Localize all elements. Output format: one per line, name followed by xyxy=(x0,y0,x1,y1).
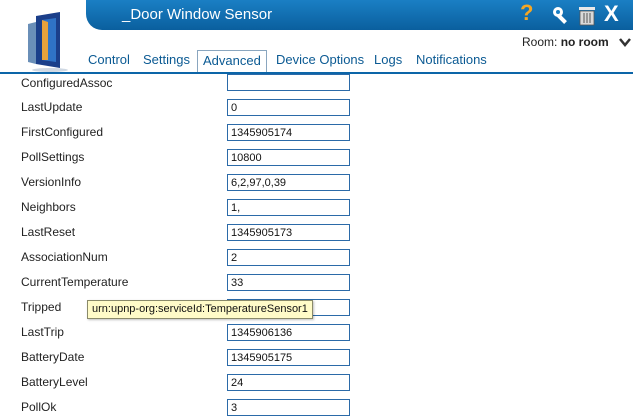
field-label: LastUpdate xyxy=(21,100,83,114)
advanced-panel: ConfiguredAssoc LastUpdate FirstConfigur… xyxy=(0,74,633,420)
pollsettings-input[interactable] xyxy=(227,149,350,166)
field-label: Neighbors xyxy=(21,200,76,214)
pollok-input[interactable] xyxy=(227,399,350,416)
field-row-lastreset: LastReset xyxy=(0,224,633,249)
field-row-configuredassoc: ConfiguredAssoc xyxy=(0,74,633,100)
field-row-lastupdate: LastUpdate xyxy=(0,99,633,124)
field-label: BatteryLevel xyxy=(21,375,88,389)
field-label: PollOk xyxy=(21,400,57,414)
field-row-associationnum: AssociationNum xyxy=(0,249,633,274)
batterydate-input[interactable] xyxy=(227,349,350,366)
currenttemperature-input[interactable] xyxy=(227,274,350,291)
field-row-currenttemperature: CurrentTemperature xyxy=(0,274,633,299)
tab-control[interactable]: Control xyxy=(88,50,130,72)
trash-icon[interactable] xyxy=(576,4,598,26)
tab-logs[interactable]: Logs xyxy=(374,50,402,72)
help-icon[interactable]: ? xyxy=(520,2,542,24)
field-row-batterylevel: BatteryLevel xyxy=(0,374,633,399)
field-label: ConfiguredAssoc xyxy=(21,76,113,90)
neighbors-input[interactable] xyxy=(227,199,350,216)
wrench-icon[interactable] xyxy=(550,4,572,26)
field-label: VersionInfo xyxy=(21,175,82,189)
field-row-pollsettings: PollSettings xyxy=(0,149,633,174)
close-icon[interactable]: X xyxy=(604,3,626,25)
versioninfo-input[interactable] xyxy=(227,174,350,191)
field-label: FirstConfigured xyxy=(21,125,104,139)
room-label: Room: xyxy=(522,35,558,49)
header: _Door Window Sensor ? X Room: no room Co… xyxy=(0,0,633,78)
field-label: Tripped xyxy=(21,300,62,314)
field-label: LastTrip xyxy=(21,325,64,339)
field-row-pollok: PollOk xyxy=(0,399,633,420)
field-row-versioninfo: VersionInfo xyxy=(0,174,633,199)
tab-notifications[interactable]: Notifications xyxy=(416,50,487,72)
lastreset-input[interactable] xyxy=(227,224,350,241)
lastupdate-input[interactable] xyxy=(227,99,350,116)
field-label: CurrentTemperature xyxy=(21,275,129,289)
tab-settings[interactable]: Settings xyxy=(143,50,190,72)
field-row-firstconfigured: FirstConfigured xyxy=(0,124,633,149)
device-title: _Door Window Sensor xyxy=(122,6,273,23)
tab-device-options[interactable]: Device Options xyxy=(276,50,364,72)
lasttrip-input[interactable] xyxy=(227,324,350,341)
field-label: PollSettings xyxy=(21,150,85,164)
configuredassoc-input[interactable] xyxy=(227,74,350,91)
tooltip: urn:upnp-org:serviceId:TemperatureSensor… xyxy=(87,300,313,319)
room-selector[interactable]: Room: no room xyxy=(522,35,609,49)
chevron-down-icon[interactable] xyxy=(618,36,632,48)
field-label: LastReset xyxy=(21,225,76,239)
batterylevel-input[interactable] xyxy=(227,374,350,391)
firstconfigured-input[interactable] xyxy=(227,124,350,141)
field-row-lasttrip: LastTrip xyxy=(0,324,633,349)
tab-advanced[interactable]: Advanced xyxy=(197,50,267,74)
field-row-batterydate: BatteryDate xyxy=(0,349,633,374)
field-row-neighbors: Neighbors xyxy=(0,199,633,224)
title-bar: _Door Window Sensor ? X xyxy=(86,0,633,30)
door-device-icon xyxy=(28,12,68,72)
field-label: AssociationNum xyxy=(21,250,108,264)
associationnum-input[interactable] xyxy=(227,249,350,266)
field-label: BatteryDate xyxy=(21,350,85,364)
room-value: no room xyxy=(560,35,609,49)
